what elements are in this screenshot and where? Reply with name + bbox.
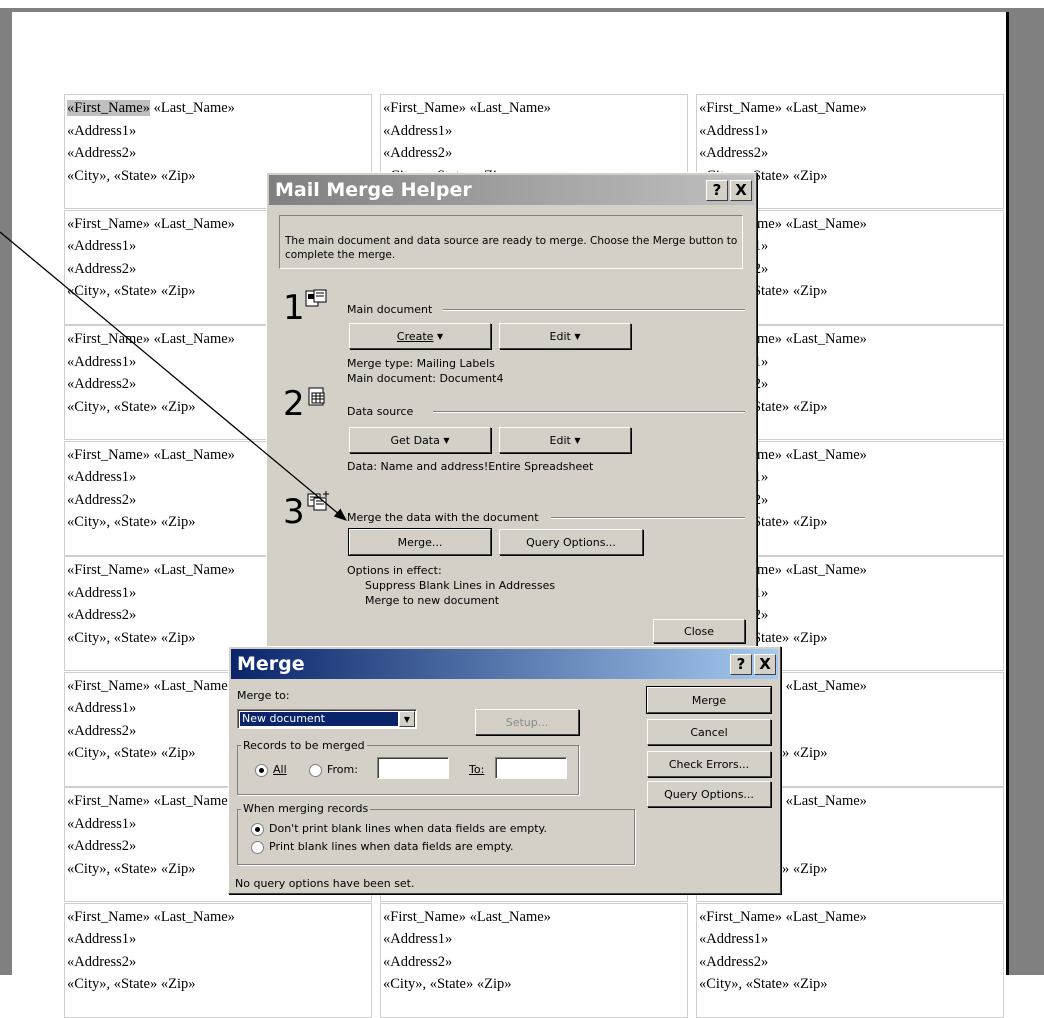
main-document-icon [305, 289, 327, 307]
label-addr1-line: «Address1» [67, 931, 137, 947]
merge-type-text: Merge type: Mailing Labels [347, 357, 495, 370]
cancel-button[interactable]: Cancel [647, 719, 771, 745]
helper-intro-box: The main document and data source are re… [279, 215, 743, 269]
label-cell[interactable]: «First_Name» «Last_Name» «Address1» «Addre… [696, 902, 1004, 1018]
when-merging-group [237, 809, 635, 865]
chevron-down-icon[interactable]: ▼ [399, 711, 415, 727]
helper-titlebar[interactable]: Mail Merge Helper ? X [269, 175, 754, 205]
from-input[interactable] [377, 757, 449, 779]
chevron-down-icon: ▼ [574, 331, 581, 341]
label-addr1-line: «Address1» [699, 931, 769, 947]
merge-titlebar[interactable]: Merge ? X [231, 649, 778, 679]
to-label: To: [469, 763, 485, 776]
data-source-text: Data: Name and address!Entire Spreadshee… [347, 460, 594, 473]
to-input[interactable] [495, 757, 567, 779]
check-errors-button[interactable]: Check Errors... [647, 751, 771, 777]
step1-heading: Main document [347, 303, 433, 316]
label-addr1-line: «Address1» [67, 122, 137, 139]
step2-number: 2 [283, 384, 305, 424]
label-name-line: «First_Name» «Last_Name» [699, 908, 867, 925]
all-radio[interactable]: All [255, 763, 287, 777]
dont-print-blank-radio[interactable]: Don't print blank lines when data fields… [251, 822, 547, 836]
print-blank-radio[interactable]: Print blank lines when data fields are e… [251, 840, 513, 854]
selected-field[interactable]: «First_Name» [67, 100, 150, 116]
when-merging-group-label: When merging records [241, 802, 371, 815]
label-addr1-line: «Address1» [383, 931, 453, 947]
radio-on-icon [255, 763, 268, 777]
radio-off-icon [309, 763, 322, 777]
label-addr2-line: «Address2» [383, 953, 453, 970]
radio-on-icon [251, 822, 264, 836]
step3-divider [551, 517, 745, 519]
label-addr2-line: «Address2» [699, 145, 769, 161]
step2-divider [433, 411, 745, 413]
close-icon[interactable]: X [730, 179, 752, 201]
ruler-strip [0, 0, 1044, 8]
step3-number: 3 [283, 492, 305, 532]
create-button[interactable]: Create ▼ [349, 323, 491, 349]
label-addr2-line: «Address2» [67, 145, 137, 161]
label-city-line: «City», «State» «Zip» [699, 976, 828, 992]
label-addr2-line: «Address2» [699, 953, 769, 970]
chevron-down-icon: ▼ [436, 331, 444, 341]
helper-intro-text: The main document and data source are re… [285, 235, 738, 261]
option-suppress: Suppress Blank Lines in Addresses [365, 579, 556, 592]
option-new-document: Merge to new document [365, 594, 500, 607]
last-name-field: «Last_Name» [149, 100, 235, 116]
label-addr1-line: «Address1» [699, 122, 769, 139]
from-radio[interactable]: From: [309, 763, 358, 777]
label-addr2-line: «Address2» [67, 953, 137, 970]
step1-number: 1 [283, 288, 305, 328]
edit-data-button[interactable]: Edit ▼ [499, 427, 631, 453]
get-data-button[interactable]: Get Data ▼ [349, 427, 491, 453]
query-status-text: No query options have been set. [235, 877, 415, 890]
label-cell[interactable]: «First_Name» «Last_Name» «Address1» «Addre… [380, 902, 688, 1018]
radio-off-icon [251, 840, 264, 854]
setup-button[interactable]: Setup... [475, 709, 579, 735]
label-name-line: «First_Name» «Last_Name» [67, 97, 371, 120]
main-document-text: Main document: Document4 [347, 372, 504, 385]
label-cell[interactable]: «First_Name» «Last_Name» «Address1» «Addre… [64, 902, 372, 1018]
merge-to-select[interactable]: New document ▼ [237, 709, 417, 729]
query-options-button[interactable]: Query Options... [499, 529, 643, 555]
merge-query-options-button[interactable]: Query Options... [647, 781, 771, 807]
chevron-down-icon: ▼ [443, 435, 450, 445]
step1-divider [443, 309, 745, 311]
options-label: Options in effect: [347, 564, 442, 577]
merge-dialog-merge-button[interactable]: Merge [646, 686, 772, 714]
help-icon[interactable]: ? [706, 179, 728, 201]
help-icon[interactable]: ? [730, 653, 752, 675]
mail-merge-helper-dialog: Mail Merge Helper ? X The main document … [266, 172, 757, 647]
merge-to-value: New document [240, 712, 398, 726]
merge-icon [307, 491, 329, 511]
data-source-icon [308, 387, 325, 406]
label-name-line: «First_Name» «Last_Name» [67, 908, 235, 925]
label-addr2-line: «Address2» [383, 145, 453, 161]
step3-heading: Merge the data with the document [347, 511, 539, 524]
records-group-label: Records to be merged [241, 739, 367, 752]
edit-main-button[interactable]: Edit ▼ [499, 323, 631, 349]
label-city-line: «City», «State» «Zip» [67, 976, 196, 992]
label-city-line: «City», «State» «Zip» [383, 976, 512, 992]
merge-to-label: Merge to: [237, 689, 290, 702]
close-button[interactable]: Close [653, 619, 745, 643]
chevron-down-icon: ▼ [574, 435, 581, 445]
merge-dialog: Merge ? X Merge to: New document ▼ Setup… [228, 646, 781, 894]
label-addr1-line: «Address1» [383, 122, 453, 139]
label-name-line: «First_Name» «Last_Name» [383, 100, 551, 116]
merge-button[interactable]: Merge... [348, 528, 492, 556]
step2-heading: Data source [347, 405, 414, 418]
label-name-line: «First_Name» «Last_Name» [383, 908, 551, 925]
label-name-line: «First_Name» «Last_Name» [699, 100, 867, 116]
close-icon[interactable]: X [754, 653, 776, 675]
merge-title: Merge [237, 653, 305, 675]
helper-title: Mail Merge Helper [275, 179, 472, 201]
